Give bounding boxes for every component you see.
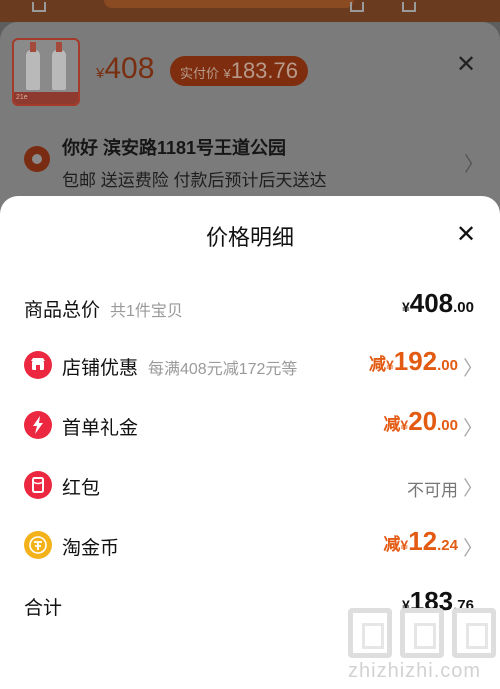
chevron-right-icon: 〉 [463,418,483,440]
row-status: 不可用 [407,481,458,500]
row-label: 合计 [24,598,63,619]
background-top-bar [0,0,500,22]
row-label: 淘金币 [62,538,120,559]
coin-icon [24,531,52,559]
row-sub: 共1件宝贝 [110,303,183,320]
paid-price-badge: 实付价 ¥183.76 [170,56,308,86]
row-label: 红包 [62,478,101,499]
back-icon [32,2,46,12]
row-value: 减¥20.00 [383,406,458,436]
watermark-text: zhizhizhi.com [348,660,482,682]
red-packet-icon [24,471,52,499]
row-value: 减¥12.24 [383,526,458,556]
product-thumbnail[interactable]: 21e [12,38,80,106]
row-tao-coins[interactable]: 淘金币 减¥12.24 〉 [0,526,500,566]
row-value: 减¥192.00 [368,346,458,376]
row-first-order-gift[interactable]: 首单礼金 减¥20.00 〉 [0,406,500,446]
watermark: zhizhizhi.com [342,604,500,689]
row-sub: 每满408元减172元等 [148,361,298,378]
row-label: 首单礼金 [62,418,139,439]
thumbnail-caption: 21e [14,92,78,104]
sheet-title: 价格明细 [205,225,294,250]
address-chevron-icon[interactable]: 〉 [464,148,484,177]
menu-icon [402,2,416,12]
chevron-right-icon: 〉 [463,358,483,380]
background-search-pill [104,0,354,8]
product-price: ¥408 [96,52,155,85]
chevron-right-icon: 〉 [463,478,483,500]
watermark-logo [452,608,496,658]
row-shop-discount[interactable]: 店铺优惠 每满408元减172元等 减¥192.00 〉 [0,346,500,386]
lightning-icon [24,411,52,439]
row-label: 店铺优惠 [62,358,139,379]
watermark-logo [400,608,444,658]
watermark-logo [348,608,392,658]
location-icon [24,146,50,172]
shop-icon [24,351,52,379]
delivery-address[interactable]: 你好 滨安路1181号王道公园 [62,134,286,160]
row-red-packet[interactable]: 红包 不可用 〉 [0,466,500,506]
close-icon[interactable]: ✕ [456,220,476,249]
chevron-right-icon: 〉 [463,538,483,560]
row-label: 商品总价 [24,300,101,321]
share-icon [350,2,364,12]
row-value: ¥408.00 [401,288,474,318]
shipping-services: 包邮 送运费险 付款后预计后天送达 [62,171,327,190]
background-close-icon[interactable]: ✕ [456,50,476,79]
row-goods-total: 商品总价 共1件宝贝 ¥408.00 [0,288,500,328]
bottle-image [26,42,40,90]
bottle-image [52,42,66,90]
